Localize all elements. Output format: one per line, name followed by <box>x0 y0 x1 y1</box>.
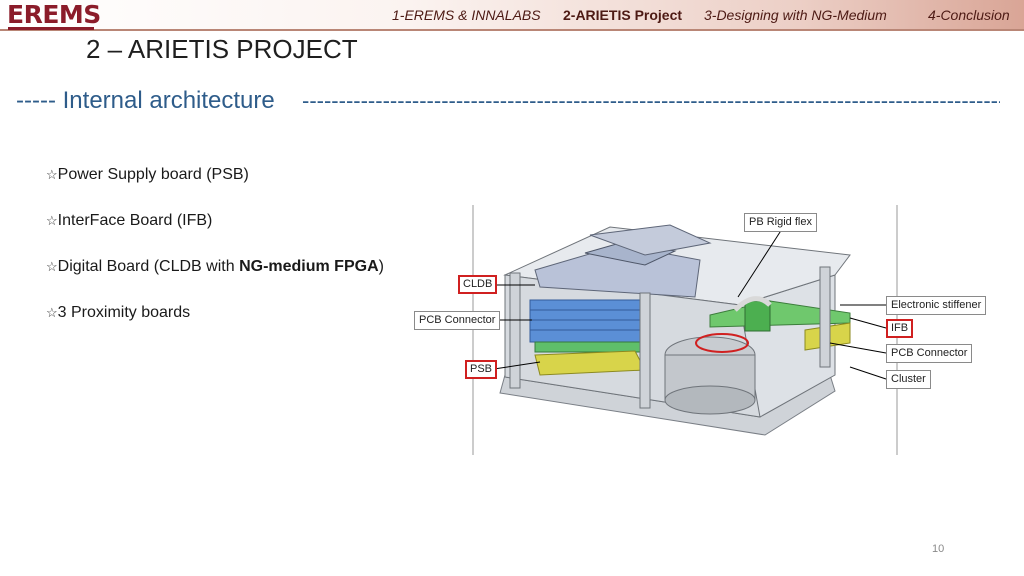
nav-item-arietis-project[interactable]: 2-ARIETIS Project <box>563 7 682 23</box>
slide-title: 2 – ARIETIS PROJECT <box>86 34 358 64</box>
erems-logo: EREMS <box>7 0 101 29</box>
nav-item-designing-ng-medium[interactable]: 3-Designing with NG-Medium <box>704 7 887 23</box>
star-bullet-icon: ☆ <box>46 305 58 320</box>
callout-cluster: Cluster <box>886 370 931 389</box>
callout-pcb-connector-right: PCB Connector <box>886 344 973 363</box>
bullet-text: 3 Proximity boards <box>57 304 191 321</box>
bullet-text-end: ) <box>378 258 384 275</box>
nav-item-erems-innalabs[interactable]: 1-EREMS & INNALABS <box>392 7 541 23</box>
architecture-figure: PB Rigid flex CLDB PCB Connector PSB Ele… <box>410 205 990 455</box>
bullet-text: Power Supply board (PSB) <box>57 166 249 183</box>
top-banner-divider <box>0 29 1024 31</box>
bullet-bold-text: NG-medium FPGA <box>239 258 379 275</box>
bullet-psb: ☆Power Supply board (PSB) <box>46 166 249 184</box>
star-bullet-icon: ☆ <box>46 167 58 182</box>
section-subtitle: ----- Internal architecture <box>16 87 275 114</box>
star-bullet-icon: ☆ <box>46 259 58 274</box>
nav-item-conclusion[interactable]: 4-Conclusion <box>928 7 1010 23</box>
subtitle-dash-rule: ----------------------------------------… <box>302 88 1000 113</box>
star-bullet-icon: ☆ <box>46 213 58 228</box>
callout-cldb: CLDB <box>458 275 498 294</box>
callout-electronic-stiffener: Electronic stiffener <box>886 296 987 315</box>
slide-page-number: 10 <box>932 543 945 555</box>
bullet-ifb: ☆InterFace Board (IFB) <box>46 212 212 230</box>
callout-pcb-connector-left: PCB Connector <box>414 311 501 330</box>
bullet-digital-board: ☆Digital Board (CLDB with NG-medium FPGA… <box>46 258 384 276</box>
bullet-text: Digital Board (CLDB with <box>57 258 240 275</box>
bullet-text: InterFace Board (IFB) <box>57 212 213 229</box>
callout-ifb: IFB <box>886 319 914 338</box>
callout-pb-rigid-flex: PB Rigid flex <box>744 213 817 232</box>
logo-underline <box>8 27 94 30</box>
callout-psb: PSB <box>465 360 498 379</box>
bullet-proximity-boards: ☆3 Proximity boards <box>46 304 190 322</box>
